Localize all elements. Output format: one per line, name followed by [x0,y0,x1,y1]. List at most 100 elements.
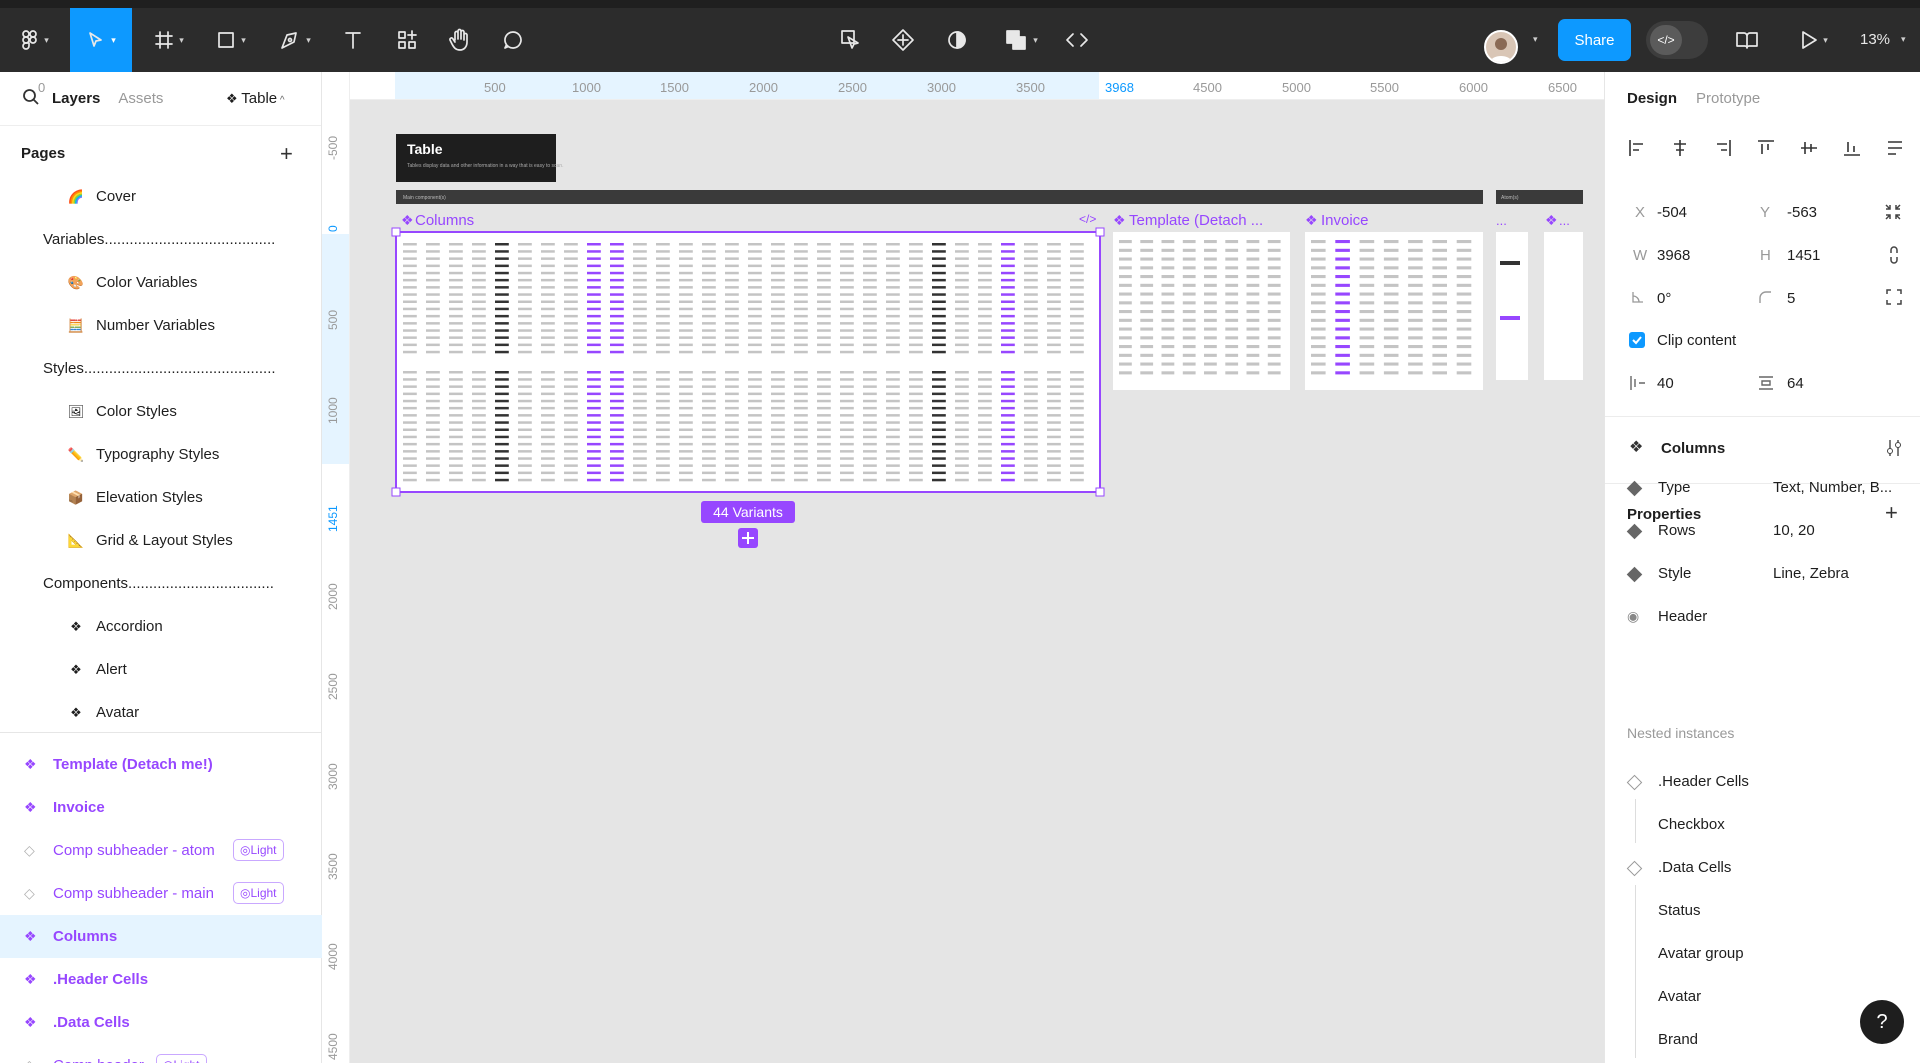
boolean-button[interactable]: ▾ [996,8,1046,72]
page-item[interactable]: 📦 Elevation Styles [0,476,322,519]
align-left-icon[interactable] [1627,138,1647,158]
page-item[interactable]: Components..............................… [0,562,322,605]
component-name[interactable]: Columns [1661,440,1725,457]
gap-input[interactable]: 64 [1787,375,1804,392]
page-item[interactable]: 🎨 Color Variables [0,261,322,304]
library-button[interactable] [1732,8,1762,72]
resize-handle-se[interactable] [1095,487,1105,497]
property-row[interactable]: Style Line, Zebra [1605,562,1920,592]
layer-item[interactable]: ◇ Comp subheader - atom ◎ Light [0,829,322,872]
create-component-button[interactable] [888,8,918,72]
w-input[interactable]: 3968 [1657,247,1690,264]
share-button[interactable]: Share [1558,19,1631,61]
text-tool-button[interactable] [338,8,368,72]
property-value[interactable]: Text, Number, B... [1773,479,1892,496]
rotation-input[interactable]: 0° [1657,290,1671,307]
property-row[interactable]: Rows 10, 20 [1605,519,1920,549]
h-input[interactable]: 1451 [1787,247,1820,264]
small-frame[interactable] [1496,232,1528,380]
help-button[interactable]: ? [1860,1000,1904,1044]
resize-handle-ne[interactable] [1095,227,1105,237]
page-item[interactable]: ❖ Alert [0,648,322,691]
resize-handle-nw[interactable] [391,227,401,237]
align-horizontal-center-icon[interactable] [1670,138,1690,158]
nested-instance-row[interactable]: Status [1605,885,1920,929]
x-input[interactable]: -504 [1657,204,1687,221]
page-item[interactable]: 🖼 Color Styles [0,390,322,433]
align-vertical-center-icon[interactable] [1799,138,1819,158]
y-input[interactable]: -563 [1787,204,1817,221]
layer-item[interactable]: ❖ .Header Cells [0,958,322,1001]
comment-tool-button[interactable] [498,8,528,72]
layer-item[interactable]: ❖ .Data Cells [0,1001,322,1044]
independent-corners-icon[interactable] [1885,288,1903,306]
main-components-bar[interactable] [396,190,1483,204]
align-bottom-icon[interactable] [1842,138,1862,158]
constrain-proportions-icon[interactable] [1887,245,1901,265]
multi-edit-button[interactable] [836,8,866,72]
avatar[interactable] [1484,30,1518,64]
code-button[interactable] [1062,8,1092,72]
nested-instance-row[interactable]: .Data Cells [1605,856,1920,886]
columns-frame[interactable] [395,231,1101,493]
small-frame-2[interactable] [1544,232,1583,380]
small-frame-2-label[interactable]: ... [1559,213,1570,228]
property-row[interactable]: Type Text, Number, B... [1605,476,1920,506]
hand-tool-button[interactable] [444,8,474,72]
zoom-level[interactable]: 13% [1860,31,1890,48]
move-tool-button[interactable]: ▾ [70,8,132,72]
layer-item[interactable]: ◇ Comp header ◎ Light [0,1044,322,1063]
frame-tool-button[interactable]: ▾ [146,8,192,72]
page-item[interactable]: Variables...............................… [0,218,322,261]
canvas[interactable]: Table Tables display data and other info… [351,101,1604,1063]
small-frame-label[interactable]: ... [1496,213,1507,228]
component-settings-icon[interactable] [1885,438,1903,458]
page-item[interactable]: ❖ Accordion [0,605,322,648]
padding-input[interactable]: 40 [1657,375,1674,392]
nested-instance-row[interactable]: .Header Cells [1605,770,1920,800]
tab-design[interactable]: Design [1627,90,1677,107]
page-item[interactable]: ❖ Avatar [0,691,322,734]
resources-button[interactable] [392,8,422,72]
collapse-icon[interactable] [1883,202,1903,222]
columns-frame-label[interactable]: Columns [415,212,474,229]
mode-badge[interactable]: ◎ Light [233,839,284,861]
page-item[interactable]: 🧮 Number Variables [0,304,322,347]
align-right-icon[interactable] [1713,138,1733,158]
shape-tool-button[interactable]: ▾ [208,8,254,72]
pen-tool-button[interactable]: ▾ [272,8,318,72]
property-value[interactable]: Line, Zebra [1773,565,1849,582]
resize-handle-sw[interactable] [391,487,401,497]
tab-prototype[interactable]: Prototype [1696,90,1760,107]
invoice-frame-label[interactable]: Invoice [1321,212,1369,229]
corner-radius-input[interactable]: 5 [1787,290,1795,307]
template-frame[interactable] [1113,232,1290,390]
zoom-chevron-icon[interactable]: ▾ [1901,34,1906,45]
dev-mode-toggle[interactable]: </> [1646,21,1708,59]
figma-menu-button[interactable]: ▾ [14,8,56,72]
mask-button[interactable] [942,8,972,72]
layer-item[interactable]: ❖ Template (Detach me!) [0,743,322,786]
layer-item[interactable]: ❖ Columns [0,915,322,958]
tab-assets[interactable]: Assets [118,90,163,107]
property-value[interactable]: 10, 20 [1773,522,1815,539]
mode-badge[interactable]: ◎ Light [156,1054,207,1063]
clip-content-checkbox[interactable] [1629,332,1645,348]
tab-layers[interactable]: Layers [52,90,100,107]
page-item[interactable]: 📐 Grid & Layout Styles [0,519,322,562]
page-selector[interactable]: ❖ Table ^ [226,90,285,107]
property-row[interactable]: ◉ Header [1605,605,1920,635]
distribute-icon[interactable] [1885,138,1905,158]
mode-badge[interactable]: ◎ Light [233,882,284,904]
nested-instance-row[interactable]: Checkbox [1605,799,1920,843]
template-frame-label[interactable]: Template (Detach ... [1129,212,1263,229]
layer-item[interactable]: ◇ Comp subheader - main ◎ Light [0,872,322,915]
page-item[interactable]: Styles..................................… [0,347,322,390]
layer-item[interactable]: ❖ Invoice [0,786,322,829]
nested-instance-row[interactable]: Avatar group [1605,928,1920,972]
align-top-icon[interactable] [1756,138,1776,158]
page-item[interactable]: ✏️ Typography Styles [0,433,322,476]
page-item[interactable]: 🌈 Cover [0,175,322,218]
present-button[interactable]: ▾ [1792,8,1836,72]
avatar-chevron-icon[interactable]: ▾ [1533,34,1538,45]
